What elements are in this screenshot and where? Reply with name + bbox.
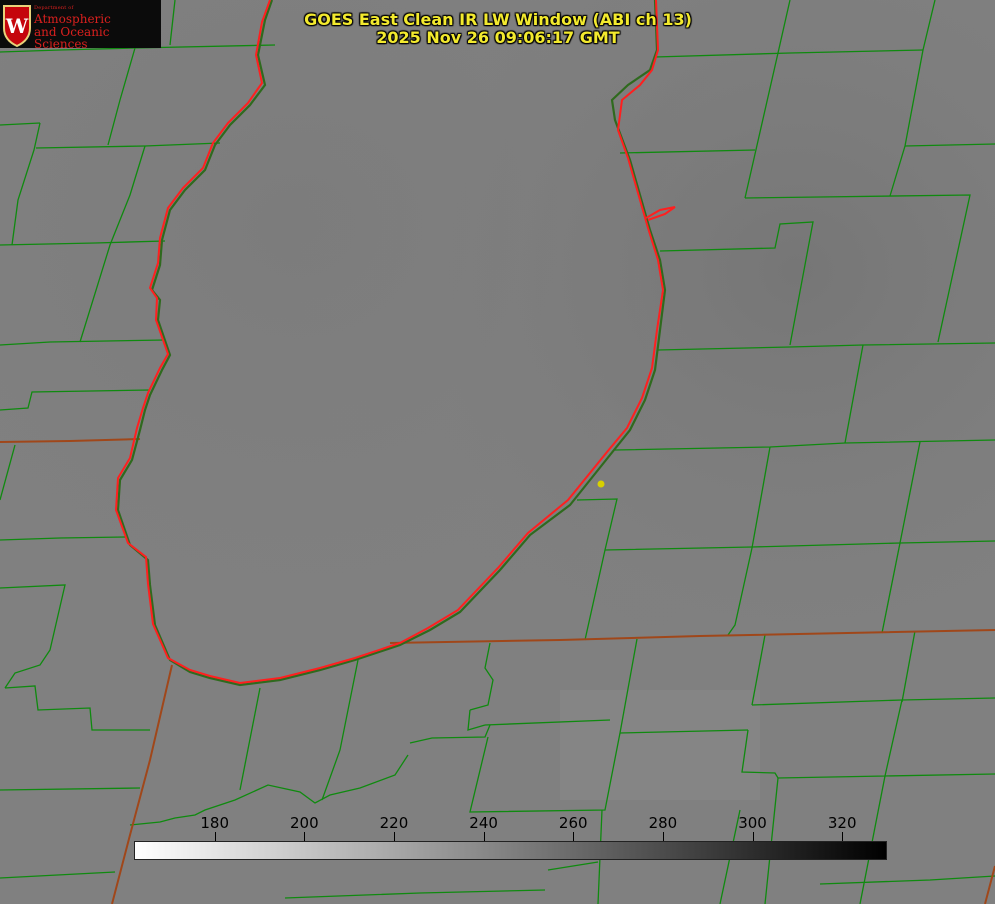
colorbar-tick-mark <box>304 832 306 841</box>
colorbar <box>134 841 887 860</box>
title-product: GOES East Clean IR LW Window (ABI ch 13) <box>304 10 692 29</box>
colorbar-tick-label: 280 <box>648 814 678 832</box>
colorbar-tick-label: 260 <box>558 814 588 832</box>
colorbar-tick-label: 220 <box>379 814 409 832</box>
aos-logo: W Department of Atmospheric and Oceanic … <box>0 0 161 52</box>
title-timestamp: 2025 Nov 26 09:06:17 GMT <box>376 28 620 47</box>
logo-line-2: and Oceanic Sciences <box>34 24 110 52</box>
colorbar-tick-label: 320 <box>827 814 857 832</box>
colorbar-tick-mark <box>573 832 575 841</box>
uw-crest-icon: W <box>3 5 31 48</box>
colorbar-tick-label: 180 <box>200 814 229 832</box>
ir-shading-south <box>560 690 760 800</box>
satellite-map <box>0 0 995 904</box>
colorbar-tick-mark <box>214 832 216 841</box>
location-marker <box>597 480 605 488</box>
colorbar-tick-mark <box>752 832 754 841</box>
logo-department: Department of <box>34 5 74 11</box>
colorbar-tick-label: 200 <box>289 814 319 832</box>
colorbar-tick-mark <box>483 832 485 841</box>
colorbar-tick-label: 240 <box>469 814 498 832</box>
crest-letter: W <box>5 14 29 38</box>
colorbar-tick-mark <box>842 832 844 841</box>
image-title: GOES East Clean IR LW Window (ABI ch 13)… <box>300 11 696 47</box>
colorbar-tick-mark <box>393 832 395 841</box>
logo-text: Department of Atmospheric and Oceanic Sc… <box>34 5 161 52</box>
logo-line-1: Atmospheric <box>34 12 111 27</box>
colorbar-tick-mark <box>662 832 664 841</box>
ir-shading-east <box>0 0 995 904</box>
colorbar-tick-label: 300 <box>738 814 767 832</box>
